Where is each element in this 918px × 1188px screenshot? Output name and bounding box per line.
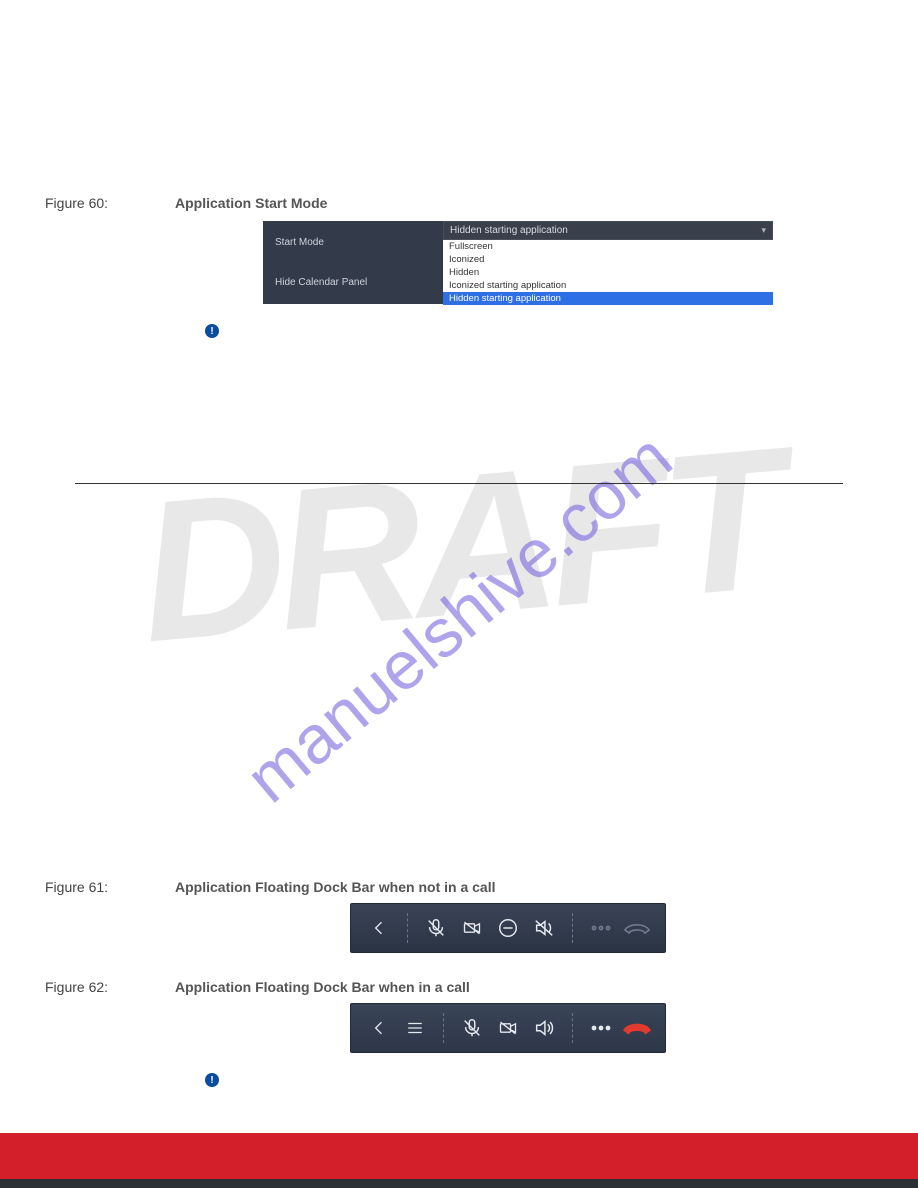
dnd-icon[interactable]: [490, 917, 526, 939]
chevron-left-icon[interactable]: [361, 1018, 397, 1038]
dropdown-option[interactable]: Fullscreen: [443, 240, 773, 253]
dropdown-selected[interactable]: Hidden starting application: [443, 221, 773, 240]
start-mode-dropdown[interactable]: Hidden starting application Fullscreen I…: [443, 221, 773, 304]
dock-wrap: [350, 903, 873, 953]
figure-label: Figure 60:: [45, 195, 175, 211]
camera-off-icon[interactable]: [454, 918, 490, 938]
divider: [572, 1013, 573, 1043]
divider: [572, 913, 573, 943]
figure-caption: Application Start Mode: [175, 195, 327, 211]
mic-muted-icon[interactable]: [454, 1017, 490, 1039]
notice-row: !: [205, 322, 873, 338]
floating-dock-idle: [350, 903, 666, 953]
notice-row: !: [205, 1071, 873, 1087]
mic-muted-icon[interactable]: [418, 917, 454, 939]
divider: [407, 913, 408, 943]
label-start-mode: Start Mode: [275, 237, 431, 248]
notice-icon: !: [205, 1073, 219, 1087]
divider: [443, 1013, 444, 1043]
hangup-icon[interactable]: [619, 920, 655, 936]
dropdown-option-highlighted[interactable]: Hidden starting application: [443, 292, 773, 305]
page: Figure 60: Application Start Mode Start …: [0, 0, 918, 1188]
figure-label: Figure 62:: [45, 979, 175, 995]
menu-icon[interactable]: [397, 1019, 433, 1037]
hangup-icon[interactable]: [619, 1019, 655, 1037]
speaker-muted-icon[interactable]: [526, 917, 562, 939]
figure-label: Figure 61:: [45, 879, 175, 895]
start-mode-panel: Start Mode Hide Calendar Panel Hidden st…: [263, 221, 773, 304]
dropdown-option[interactable]: Iconized: [443, 253, 773, 266]
camera-off-icon[interactable]: [490, 1018, 526, 1038]
notice-icon: !: [205, 324, 219, 338]
dropdown-option[interactable]: Iconized starting application: [443, 279, 773, 292]
more-icon[interactable]: [583, 1023, 619, 1033]
section-divider: [75, 483, 843, 484]
dock-wrap: [350, 1003, 873, 1053]
chevron-left-icon[interactable]: [361, 918, 397, 938]
start-mode-labels: Start Mode Hide Calendar Panel: [263, 221, 443, 304]
floating-dock-in-call: [350, 1003, 666, 1053]
label-hide-calendar: Hide Calendar Panel: [275, 277, 431, 288]
figure-caption: Application Floating Dock Bar when in a …: [175, 979, 470, 995]
footer-dark: [0, 1179, 918, 1188]
figure-caption: Application Floating Dock Bar when not i…: [175, 879, 495, 895]
figure-62-row: Figure 62: Application Floating Dock Bar…: [45, 979, 873, 995]
figure-60-row: Figure 60: Application Start Mode: [45, 195, 873, 211]
figure-61-row: Figure 61: Application Floating Dock Bar…: [45, 879, 873, 895]
dropdown-option[interactable]: Hidden: [443, 266, 773, 279]
speaker-icon[interactable]: [526, 1017, 562, 1039]
footer-bar: [0, 1133, 918, 1179]
more-icon[interactable]: [583, 923, 619, 933]
